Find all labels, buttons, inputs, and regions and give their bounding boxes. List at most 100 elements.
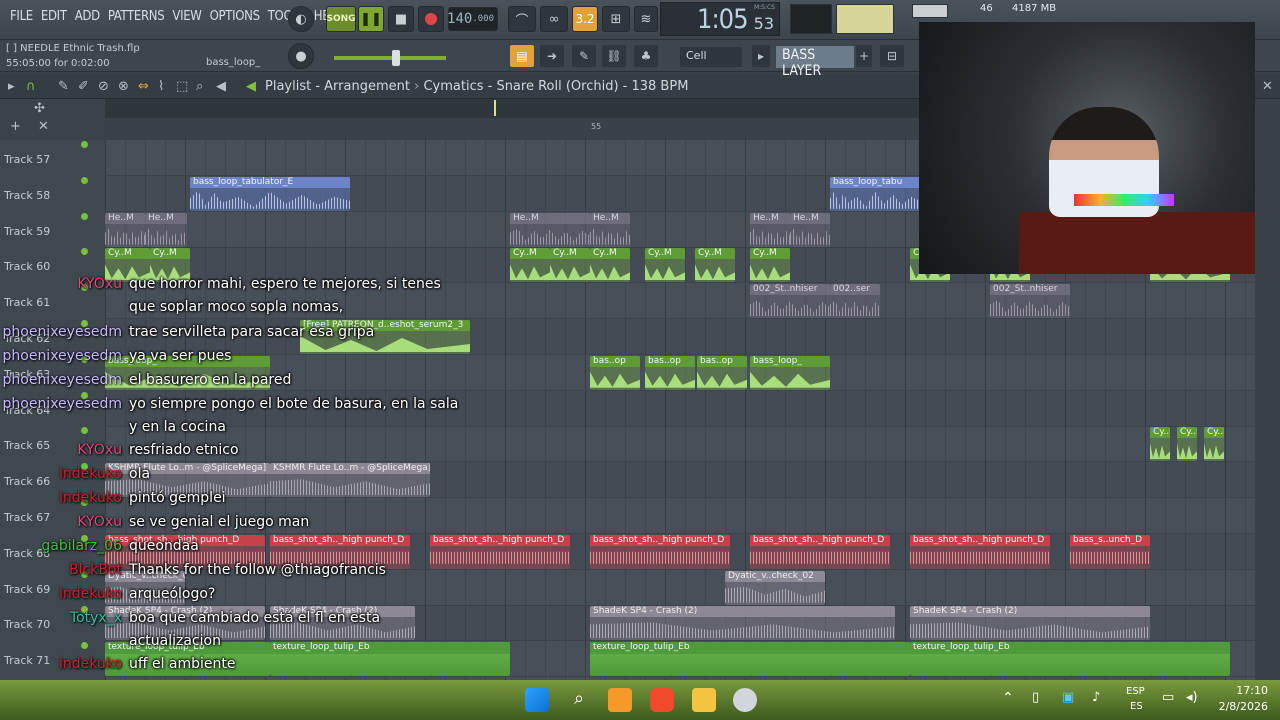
audio-clip[interactable]: Cy..M [750, 248, 790, 283]
playlist-menu-icon[interactable]: ▸ [8, 79, 15, 94]
network-icon[interactable]: ▭ [1162, 690, 1174, 705]
audio-clip[interactable]: Dyatic_v..check_02 [725, 570, 825, 605]
channel-selector[interactable]: BASS LAYER [776, 46, 854, 79]
menu-patterns[interactable]: PATTERNS [104, 9, 169, 24]
track-label[interactable]: Track 61 [4, 296, 50, 309]
select-tool-icon[interactable]: ⬚ [176, 79, 188, 94]
audio-clip[interactable]: Cy..M [645, 248, 685, 283]
close-icon[interactable]: ✕ [1262, 79, 1273, 94]
link-icon[interactable]: ⛓ [602, 45, 626, 67]
chevron-up-icon[interactable]: ⌃ [1002, 690, 1014, 706]
microphone-icon[interactable]: ♪ [1092, 690, 1100, 705]
slip-tool-icon[interactable]: ⇔ [138, 79, 149, 94]
audio-clip[interactable]: Cy..M [1150, 427, 1170, 462]
time-display[interactable]: 1:05 M:S:CS 53 [660, 2, 780, 36]
language-indicator[interactable]: ESP [1126, 686, 1145, 697]
track-mute-led[interactable] [81, 176, 88, 184]
folder-icon[interactable] [692, 688, 716, 712]
obs-icon[interactable] [733, 688, 757, 712]
step-edit-icon[interactable]: ⊞ [602, 6, 630, 32]
stop-button[interactable]: ■ [388, 6, 414, 32]
audio-clip[interactable]: texture_loop_tulip_Eb [590, 642, 910, 677]
app-tray-icon[interactable]: ▣ [1062, 690, 1074, 705]
audio-clip[interactable]: bass_loop_ [750, 355, 830, 390]
audio-clip[interactable]: He..M [105, 212, 145, 247]
track-mute-led[interactable] [81, 248, 88, 256]
playlist-icon[interactable]: ▤ [510, 45, 534, 67]
delete-tool-icon[interactable]: ⊘ [98, 79, 109, 94]
zoom-tool-icon[interactable]: ⌕ [196, 79, 203, 94]
audio-clip[interactable]: texture_loop_tulip_Eb [910, 642, 1230, 677]
audio-clip[interactable]: bas..op [645, 355, 695, 390]
audio-clip[interactable]: bass_shot_sh.._high punch_D [750, 534, 890, 569]
audio-clip[interactable]: bas..op [590, 355, 640, 390]
search-icon[interactable]: ⌕ [567, 688, 591, 712]
brave-icon[interactable] [650, 688, 674, 712]
fl-studio-icon[interactable] [608, 688, 632, 712]
blend-notes-icon[interactable]: ≋ [634, 6, 658, 32]
menu-options[interactable]: OPTIONS [206, 9, 264, 24]
audio-clip[interactable]: bass_shot_sh.._high punch_D [910, 534, 1050, 569]
plus-icon[interactable]: + [856, 45, 872, 67]
track-label[interactable]: Track 58 [4, 189, 50, 202]
audio-clip[interactable]: Cy..M [1204, 427, 1224, 462]
clock-time[interactable]: 17:10 [1220, 684, 1268, 697]
track-mute-led[interactable] [81, 212, 88, 220]
slice-tool-icon[interactable]: ⌇ [158, 79, 164, 94]
loop-record-icon[interactable]: ∞ [540, 6, 568, 32]
metronome-icon[interactable]: ⌒ [508, 6, 536, 32]
audio-clip[interactable]: He..M [145, 212, 187, 247]
pencil-icon[interactable]: ✎ [572, 45, 596, 67]
audio-clip[interactable]: Cy..M [590, 248, 630, 283]
pitch-knob[interactable]: ● [288, 43, 314, 69]
audio-clip[interactable]: 002_St..nhiser [990, 284, 1070, 319]
audio-clip[interactable]: 002..ser [830, 284, 880, 319]
track-label[interactable]: Track 60 [4, 260, 50, 273]
audio-clip[interactable]: He..M [750, 212, 790, 247]
audio-clip[interactable]: KSHMR Flute Lo..m - @SpliceMega] [270, 463, 430, 498]
remove-icon[interactable]: ✕ [38, 119, 49, 134]
audio-clip[interactable]: Cy..M [510, 248, 550, 283]
snap-select[interactable]: Cell [680, 47, 742, 67]
audio-clip[interactable]: He..M [590, 212, 630, 247]
menu-file[interactable]: FILE [6, 9, 37, 24]
audio-clip[interactable]: bass_loop_tabu [830, 176, 920, 211]
tempo-display[interactable]: 140.000 [447, 7, 498, 31]
song-mode-button[interactable]: SONG [326, 6, 356, 32]
track-label[interactable]: Track 57 [4, 153, 50, 166]
clock-date[interactable]: 2/8/2026 [1208, 700, 1268, 713]
record-button[interactable] [418, 6, 444, 32]
pause-button[interactable]: ❚❚ [358, 6, 384, 32]
mute-tool-icon[interactable]: ⊗ [118, 79, 129, 94]
audio-clip[interactable]: bass_loop_tabulator_E [190, 176, 350, 211]
magnet-icon[interactable]: ∩ [26, 79, 36, 94]
audio-clip[interactable]: Cy..M [695, 248, 735, 283]
master-volume-knob[interactable]: ◐ [288, 6, 314, 32]
pattern-number[interactable]: 3.2 [572, 6, 598, 32]
audio-clip[interactable]: He..M [790, 212, 830, 247]
paint-tool-icon[interactable]: ✐ [78, 79, 89, 94]
track-label[interactable]: Track 59 [4, 225, 50, 238]
master-volume-handle[interactable] [392, 50, 400, 66]
draw-tool-icon[interactable]: ✎ [58, 79, 69, 94]
menu-add[interactable]: ADD [71, 9, 104, 24]
track-mute-led[interactable] [81, 141, 88, 148]
audio-clip[interactable]: bas..op [697, 355, 747, 390]
windows-start-icon[interactable] [525, 688, 549, 712]
audio-clip[interactable]: bass_shot_sh.._high punch_D [590, 534, 730, 569]
audio-clip[interactable]: bass_shot_sh.._high punch_D [430, 534, 570, 569]
master-volume-slider[interactable] [334, 56, 446, 60]
audio-clip[interactable]: texture_loop_tulip_Eb [270, 642, 510, 677]
speaker-icon[interactable]: ◂) [1186, 690, 1198, 705]
audio-clip[interactable]: Cy..M [1177, 427, 1197, 462]
arrangement-icon[interactable]: ◀ [246, 79, 256, 94]
track-mute-led[interactable] [81, 642, 88, 650]
keyboard-layout[interactable]: ES [1130, 701, 1143, 712]
add-track-icon[interactable]: + [10, 119, 21, 134]
audio-clip[interactable]: ShadeK SP4 - Crash (2) [590, 606, 895, 641]
play-channel-icon[interactable]: ▸ [752, 45, 770, 67]
stamp-icon[interactable]: ♣ [634, 45, 658, 67]
playback-tool-icon[interactable]: ◀ [216, 79, 226, 94]
menu-edit[interactable]: EDIT [37, 9, 71, 24]
audio-clip[interactable]: bass_s..unch_D [1070, 534, 1150, 569]
